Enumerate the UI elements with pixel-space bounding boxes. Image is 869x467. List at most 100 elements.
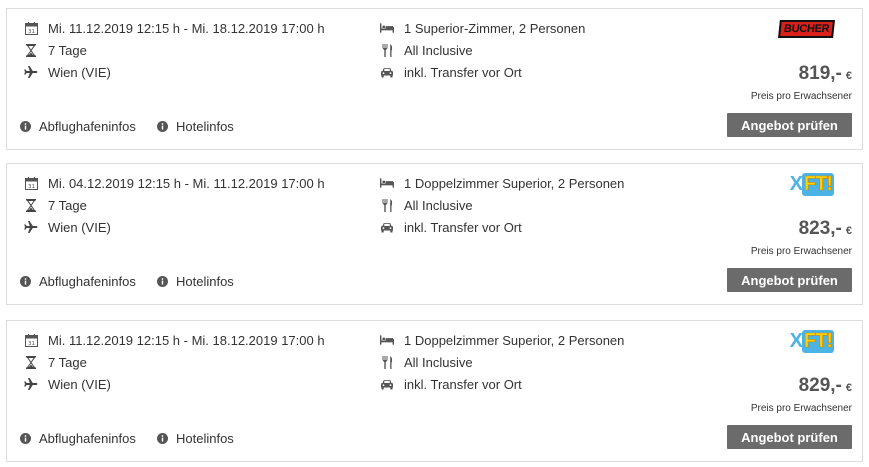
info-icon	[20, 276, 31, 287]
svg-text:31: 31	[28, 184, 35, 190]
board-type-text: All Inclusive	[404, 197, 473, 213]
departure-airport: Wien (VIE)	[24, 374, 111, 394]
check-offer-button[interactable]: Angebot prüfen	[727, 425, 852, 449]
tour-operator-logo: X FT!	[790, 329, 834, 353]
info-icon	[157, 121, 168, 132]
travel-duration: 7 Tage	[24, 195, 87, 215]
transfer-info-text: inkl. Transfer vor Ort	[404, 376, 522, 392]
xft-logo-ft: FT!	[801, 172, 834, 196]
travel-dates-text: Mi. 11.12.2019 12:15 h - Mi. 18.12.2019 …	[48, 20, 325, 36]
travel-duration-text: 7 Tage	[48, 42, 87, 58]
hourglass-icon	[24, 355, 38, 369]
departure-airport-text: Wien (VIE)	[48, 64, 111, 80]
airport-info-label: Abflughafeninfos	[39, 274, 136, 289]
travel-dates-text: Mi. 04.12.2019 12:15 h - Mi. 11.12.2019 …	[48, 175, 325, 191]
car-icon	[380, 377, 394, 391]
cutlery-icon	[380, 355, 394, 369]
airport-info-link[interactable]: Abflughafeninfos	[20, 274, 136, 289]
airport-info-label: Abflughafeninfos	[39, 431, 136, 446]
room-type: 1 Superior-Zimmer, 2 Personen	[380, 18, 585, 38]
travel-duration-text: 7 Tage	[48, 354, 87, 370]
board-type: All Inclusive	[380, 195, 473, 215]
transfer-info-text: inkl. Transfer vor Ort	[404, 64, 522, 80]
offer-card: 31 Mi. 11.12.2019 12:15 h - Mi. 18.12.20…	[6, 8, 863, 150]
price-note: Preis pro Erwachsener	[750, 246, 852, 257]
room-type: 1 Doppelzimmer Superior, 2 Personen	[380, 173, 624, 193]
price-amount: 823,-	[798, 218, 842, 239]
hotel-info-label: Hotelinfos	[176, 274, 234, 289]
travel-duration-text: 7 Tage	[48, 197, 87, 213]
travel-dates: 31 Mi. 04.12.2019 12:15 h - Mi. 11.12.20…	[24, 173, 325, 193]
hotel-info-link[interactable]: Hotelinfos	[157, 274, 234, 289]
travel-dates: 31 Mi. 11.12.2019 12:15 h - Mi. 18.12.20…	[24, 330, 325, 350]
board-type-text: All Inclusive	[404, 354, 473, 370]
xft-logo-x: X	[789, 329, 803, 352]
xft-logo: X FT!	[789, 329, 834, 353]
svg-text:31: 31	[28, 341, 35, 347]
price: 823,- €	[799, 218, 852, 240]
info-icon	[157, 433, 168, 444]
hotel-info-label: Hotelinfos	[176, 119, 234, 134]
check-offer-button[interactable]: Angebot prüfen	[727, 268, 852, 292]
bucher-logo: BUCHER	[777, 20, 835, 38]
airport-info-link[interactable]: Abflughafeninfos	[20, 119, 136, 134]
info-icon	[20, 121, 31, 132]
hourglass-icon	[24, 198, 38, 212]
airplane-icon	[24, 377, 38, 391]
price-note: Preis pro Erwachsener	[750, 403, 852, 414]
transfer-info: inkl. Transfer vor Ort	[380, 374, 522, 394]
info-icon	[157, 276, 168, 287]
room-type-text: 1 Superior-Zimmer, 2 Personen	[404, 20, 586, 36]
tour-operator-logo: BUCHER	[777, 17, 835, 41]
price-note: Preis pro Erwachsener	[750, 91, 852, 102]
travel-duration: 7 Tage	[24, 40, 87, 60]
price: 819,- €	[799, 63, 852, 85]
offer-card: 31 Mi. 11.12.2019 12:15 h - Mi. 18.12.20…	[6, 320, 863, 462]
price-currency: €	[845, 382, 852, 394]
hotel-info-link[interactable]: Hotelinfos	[157, 119, 234, 134]
calendar-icon: 31	[24, 333, 38, 347]
price-currency: €	[845, 70, 852, 82]
travel-dates: 31 Mi. 11.12.2019 12:15 h - Mi. 18.12.20…	[24, 18, 325, 38]
car-icon	[380, 65, 394, 79]
svg-text:31: 31	[28, 29, 35, 35]
hourglass-icon	[24, 43, 38, 57]
tour-operator-logo: X FT!	[790, 172, 834, 196]
airport-info-link[interactable]: Abflughafeninfos	[20, 431, 136, 446]
calendar-icon: 31	[24, 176, 38, 190]
offer-card: 31 Mi. 04.12.2019 12:15 h - Mi. 11.12.20…	[6, 163, 863, 305]
info-icon	[20, 433, 31, 444]
board-type: All Inclusive	[380, 352, 473, 372]
travel-duration: 7 Tage	[24, 352, 87, 372]
price-amount: 829,-	[798, 375, 842, 396]
board-type: All Inclusive	[380, 40, 473, 60]
xft-logo-x: X	[789, 172, 803, 195]
cutlery-icon	[380, 43, 394, 57]
bed-icon	[380, 21, 394, 35]
room-type-text: 1 Doppelzimmer Superior, 2 Personen	[404, 175, 625, 191]
price-amount: 819,-	[798, 63, 842, 84]
departure-airport-text: Wien (VIE)	[48, 219, 111, 235]
cutlery-icon	[380, 198, 394, 212]
hotel-info-label: Hotelinfos	[176, 431, 234, 446]
check-offer-button[interactable]: Angebot prüfen	[727, 113, 852, 137]
airport-info-label: Abflughafeninfos	[39, 119, 136, 134]
bed-icon	[380, 176, 394, 190]
transfer-info-text: inkl. Transfer vor Ort	[404, 219, 522, 235]
travel-dates-text: Mi. 11.12.2019 12:15 h - Mi. 18.12.2019 …	[48, 332, 325, 348]
hotel-info-link[interactable]: Hotelinfos	[157, 431, 234, 446]
price-currency: €	[845, 225, 852, 237]
departure-airport: Wien (VIE)	[24, 217, 111, 237]
airplane-icon	[24, 220, 38, 234]
room-type-text: 1 Doppelzimmer Superior, 2 Personen	[404, 332, 625, 348]
room-type: 1 Doppelzimmer Superior, 2 Personen	[380, 330, 624, 350]
departure-airport: Wien (VIE)	[24, 62, 111, 82]
departure-airport-text: Wien (VIE)	[48, 376, 111, 392]
board-type-text: All Inclusive	[404, 42, 473, 58]
calendar-icon: 31	[24, 21, 38, 35]
xft-logo: X FT!	[789, 172, 834, 196]
airplane-icon	[24, 65, 38, 79]
price: 829,- €	[799, 375, 852, 397]
car-icon	[380, 220, 394, 234]
transfer-info: inkl. Transfer vor Ort	[380, 217, 522, 237]
